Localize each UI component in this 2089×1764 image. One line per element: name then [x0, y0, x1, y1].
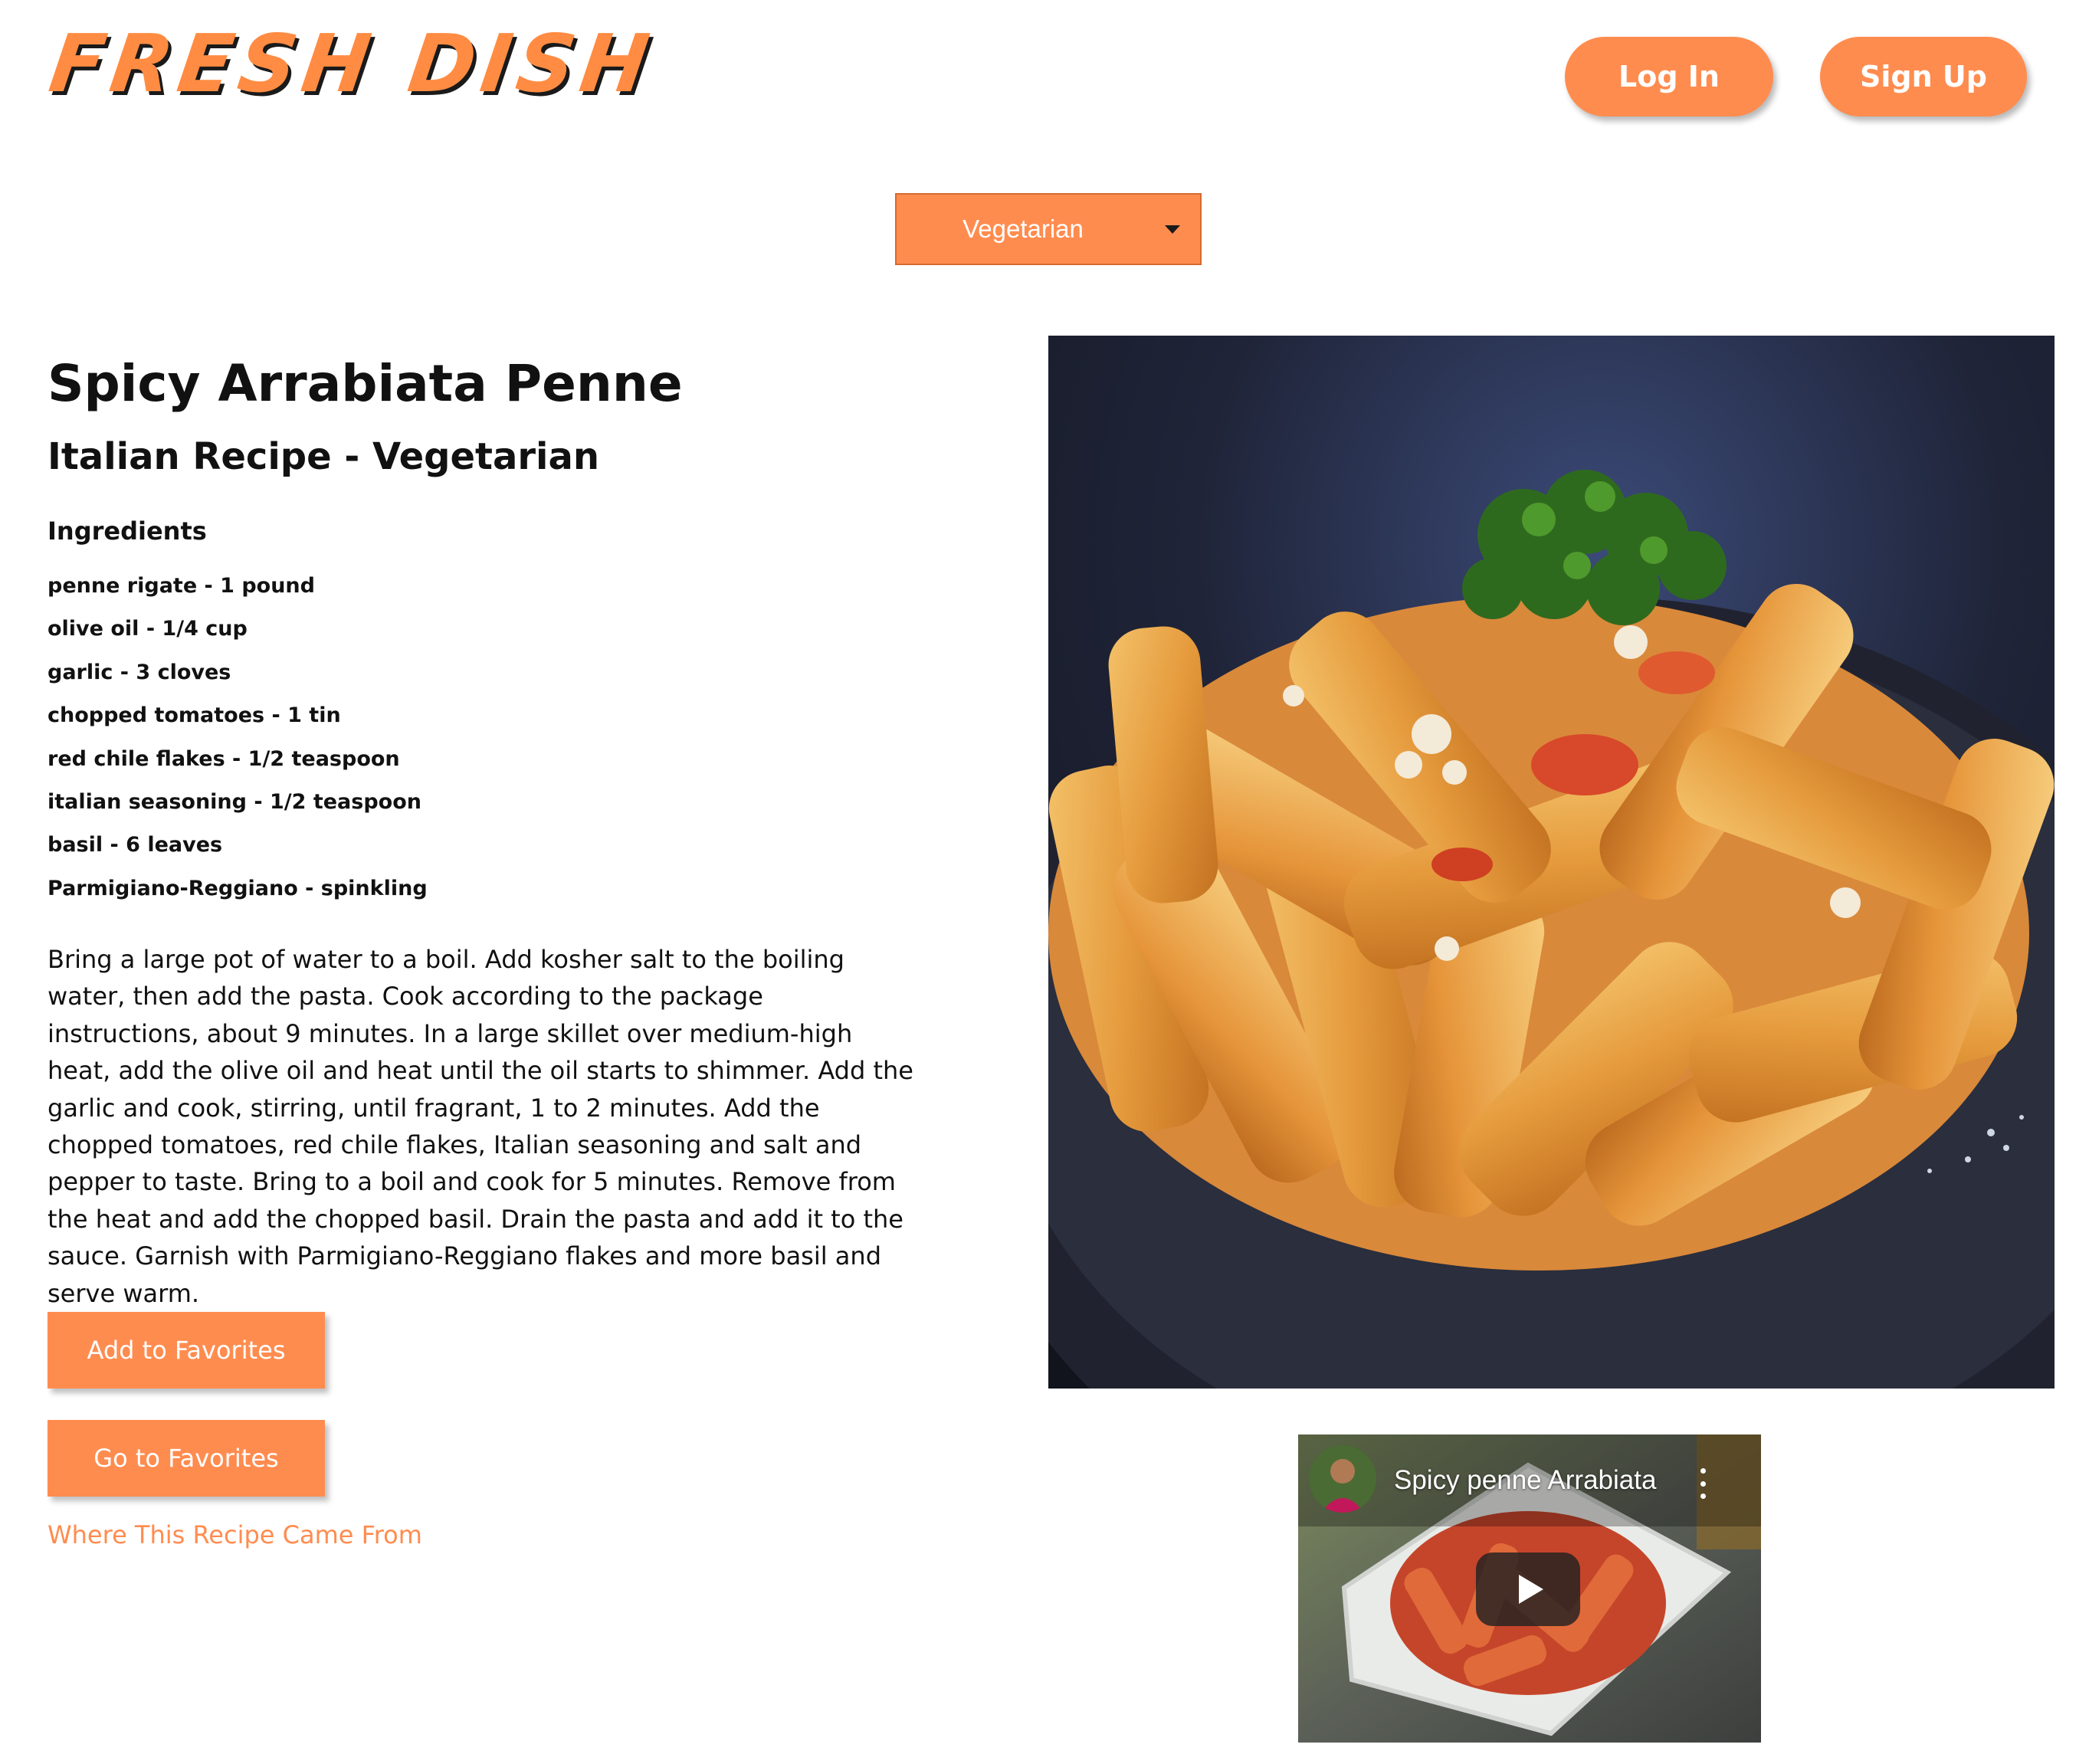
add-to-favorites-button[interactable]: Add to Favorites	[48, 1312, 325, 1389]
ingredient-item: olive oil - 1/4 cup	[48, 617, 248, 641]
ingredients-list: penne rigate - 1 pound olive oil - 1/4 c…	[48, 571, 428, 916]
ingredient-item: chopped tomatoes - 1 tin	[48, 703, 341, 728]
recipe-video-embed[interactable]: Spicy penne Arrabiata	[1298, 1434, 1761, 1743]
ingredient-item: garlic - 3 cloves	[48, 660, 231, 684]
login-button[interactable]: Log In	[1565, 37, 1773, 116]
recipe-instructions: Bring a large pot of water to a boil. Ad…	[48, 945, 913, 1308]
video-title[interactable]: Spicy penne Arrabiata	[1394, 1465, 1656, 1496]
go-to-favorites-button[interactable]: Go to Favorites	[48, 1420, 325, 1497]
channel-avatar[interactable]	[1309, 1445, 1376, 1513]
ingredient-item: italian seasoning - 1/2 teaspoon	[48, 789, 421, 814]
ingredient-item: basil - 6 leaves	[48, 833, 223, 857]
caret-down-icon	[1165, 225, 1180, 234]
recipe-subtitle: Italian Recipe - Vegetarian	[48, 435, 600, 478]
recipe-title: Spicy Arrabiata Penne	[48, 354, 683, 413]
ingredient-item: red chile flakes - 1/2 teaspoon	[48, 746, 400, 771]
recipe-source-link[interactable]: Where This Recipe Came From	[48, 1520, 422, 1549]
ingredient-item: penne rigate - 1 pound	[48, 574, 315, 598]
site-logo[interactable]: FRESH DISH	[44, 17, 660, 110]
recipe-photo	[1048, 336, 2055, 1389]
more-options-icon[interactable]	[1694, 1468, 1712, 1499]
ingredients-heading: Ingredients	[48, 516, 207, 546]
play-icon[interactable]	[1476, 1553, 1580, 1626]
diet-filter-selected: Vegetarian	[963, 215, 1084, 243]
diet-filter-dropdown[interactable]: Vegetarian	[895, 193, 1202, 265]
signup-button[interactable]: Sign Up	[1820, 37, 2027, 116]
penne-pasta-photo-icon	[1048, 336, 2055, 1389]
ingredient-item: Parmigiano-Reggiano - spinkling	[48, 876, 428, 900]
avatar-icon	[1309, 1445, 1376, 1513]
